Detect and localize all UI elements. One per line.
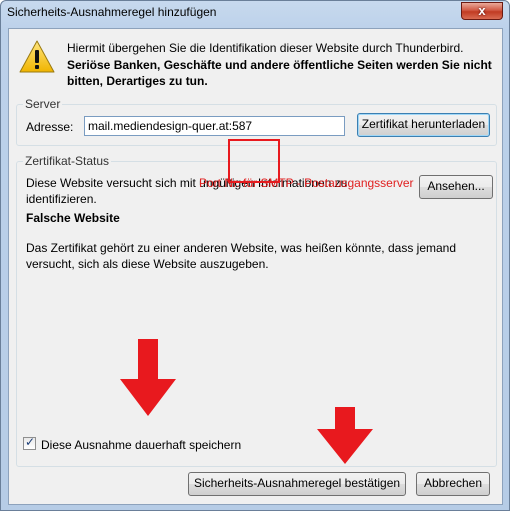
- permanent-checkbox-label[interactable]: Diese Ausnahme dauerhaft speichern: [41, 438, 241, 452]
- address-input[interactable]: [84, 116, 345, 136]
- certificate-status-group: Zertifikat-Status Diese Website versucht…: [16, 154, 497, 467]
- status-heading: Falsche Website: [26, 211, 120, 225]
- close-button[interactable]: x: [461, 2, 503, 20]
- download-certificate-button[interactable]: Zertifikat herunterladen: [357, 113, 490, 137]
- dialog-client: Hiermit übergehen Sie die Identifikation…: [8, 28, 503, 505]
- arrow-down-icon: [120, 339, 176, 416]
- server-legend: Server: [23, 97, 63, 111]
- close-icon: x: [478, 3, 486, 18]
- checkmark-icon: ✓: [25, 435, 36, 449]
- dialog-window: Sicherheits-Ausnahmeregel hinzufügen x H…: [0, 0, 510, 511]
- title-bar[interactable]: Sicherheits-Ausnahmeregel hinzufügen x: [1, 1, 509, 27]
- arrow-down-icon: [317, 407, 373, 464]
- cancel-button[interactable]: Abbrechen: [416, 472, 490, 496]
- status-detail: Das Zertifikat gehört zu einer anderen W…: [26, 241, 457, 271]
- message-line2: Seriöse Banken, Geschäfte und andere öff…: [67, 58, 492, 88]
- address-label: Adresse:: [26, 120, 74, 134]
- window-title: Sicherheits-Ausnahmeregel hinzufügen: [7, 5, 217, 19]
- annotation-text: Port Nr. für SMTP - Postausgangsserver: [199, 176, 414, 190]
- view-button[interactable]: Ansehen...: [419, 175, 493, 199]
- status-legend: Zertifikat-Status: [23, 154, 112, 168]
- confirm-exception-button[interactable]: Sicherheits-Ausnahmeregel bestätigen: [188, 472, 406, 496]
- warning-icon: [19, 40, 55, 73]
- permanent-checkbox[interactable]: ✓: [23, 435, 36, 450]
- message-line1: Hiermit übergehen Sie die Identifikation…: [67, 41, 464, 55]
